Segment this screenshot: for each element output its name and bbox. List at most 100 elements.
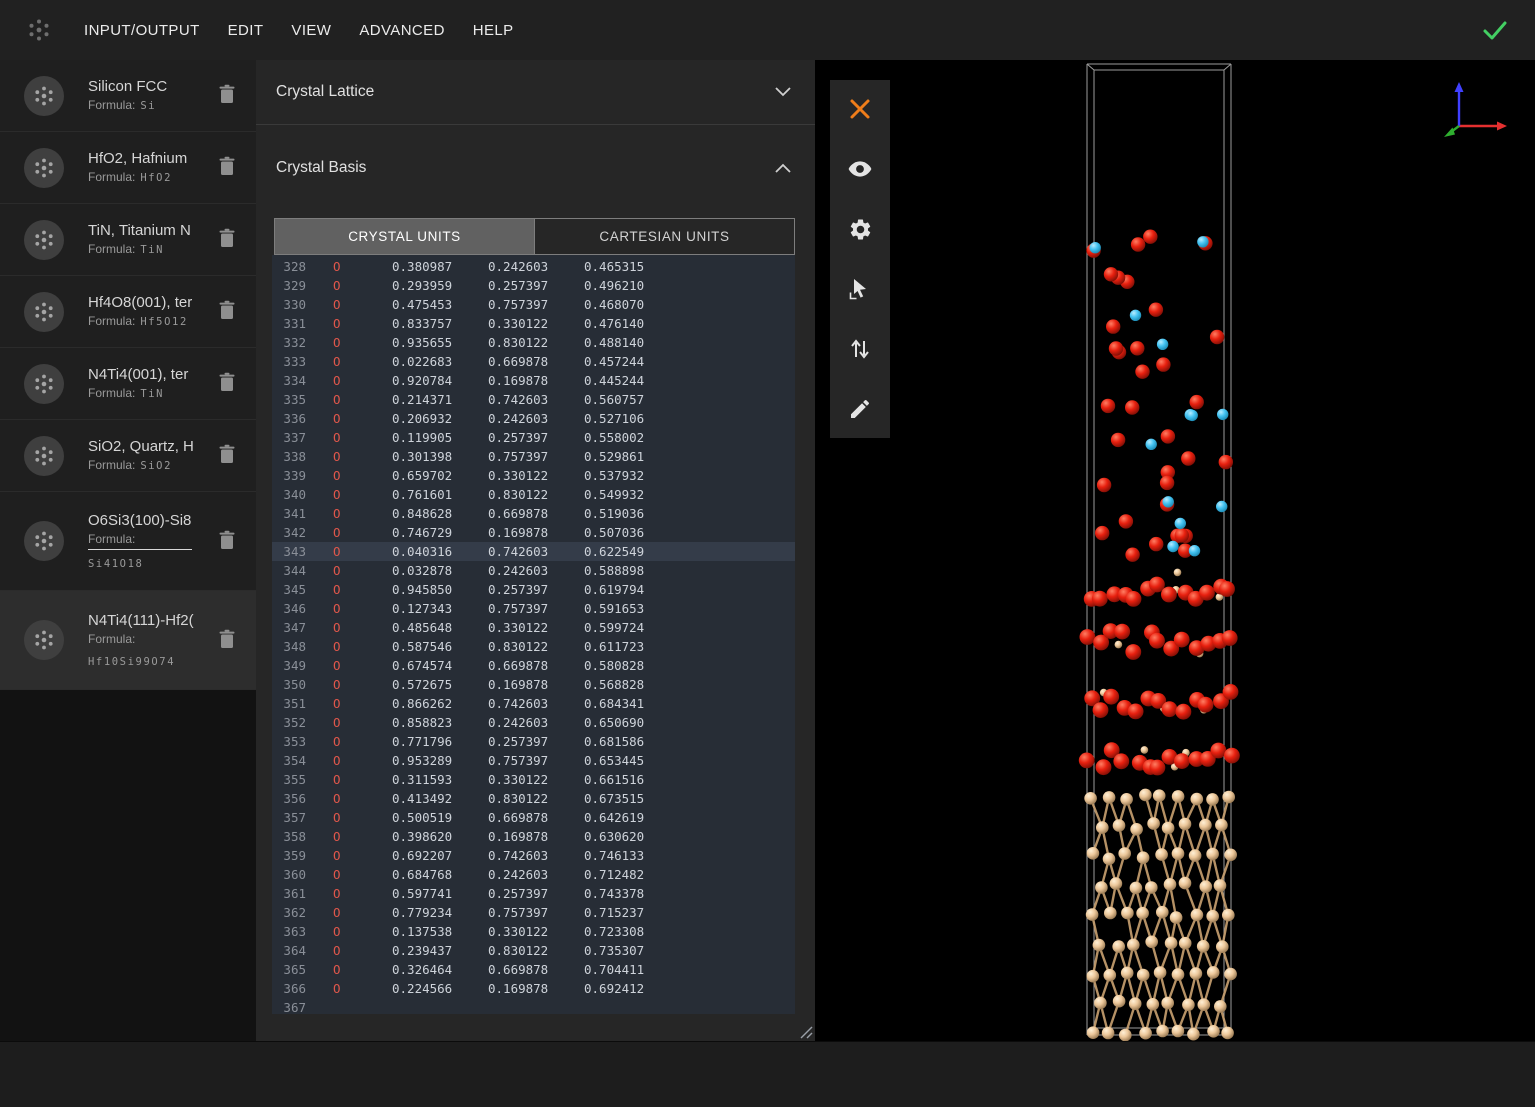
editor-row[interactable]: 356 O 0.413492 0.830122 0.673515 — [272, 789, 795, 808]
sidebar-item-hf4o8-001-ter[interactable]: Hf4O8(001), ter Formula:Hf5O12 — [0, 276, 256, 348]
crystal-basis-section-header[interactable]: Crystal Basis — [256, 125, 815, 211]
editor-row[interactable]: 346 O 0.127343 0.757397 0.591653 — [272, 599, 795, 618]
editor-row[interactable]: 363 O 0.137538 0.330122 0.723308 — [272, 922, 795, 941]
editor-row[interactable]: 357 O 0.500519 0.669878 0.642619 — [272, 808, 795, 827]
crystal-lattice-section-header[interactable]: Crystal Lattice — [256, 60, 815, 125]
editor-row[interactable]: 343 O 0.040316 0.742603 0.622549 — [272, 542, 795, 561]
editor-row[interactable]: 329 O 0.293959 0.257397 0.496210 — [272, 276, 795, 295]
editor-row[interactable]: 338 O 0.301398 0.757397 0.529861 — [272, 447, 795, 466]
line-number: 364 — [280, 941, 306, 960]
delete-material-icon[interactable] — [214, 526, 240, 557]
coord-a: 0.833757 — [392, 314, 488, 333]
sidebar-item-sio2-quartz-h[interactable]: SiO2, Quartz, H Formula:SiO2 — [0, 420, 256, 492]
line-number: 337 — [280, 428, 306, 447]
swap-vertical-icon[interactable] — [844, 333, 876, 365]
coord-c: 0.704411 — [584, 960, 680, 979]
element-symbol: O — [333, 789, 345, 808]
editor-row[interactable]: 353 O 0.771796 0.257397 0.681586 — [272, 732, 795, 751]
coord-a — [392, 998, 488, 1014]
crystal-structure-scene[interactable] — [815, 60, 1535, 1041]
settings-icon[interactable] — [844, 213, 876, 245]
coord-a: 0.475453 — [392, 295, 488, 314]
menu-item-help[interactable]: HELP — [473, 14, 514, 47]
editor-row[interactable]: 358 O 0.398620 0.169878 0.630620 — [272, 827, 795, 846]
crystal-basis-editor[interactable]: 328 O 0.380987 0.242603 0.465315 329 O 0… — [272, 255, 795, 1014]
delete-material-icon[interactable] — [214, 224, 240, 255]
units-tab-group: CRYSTAL UNITSCARTESIAN UNITS — [274, 218, 795, 255]
editor-row[interactable]: 335 O 0.214371 0.742603 0.560757 — [272, 390, 795, 409]
resize-handle-icon[interactable] — [799, 1025, 813, 1039]
editor-row[interactable]: 341 O 0.848628 0.669878 0.519036 — [272, 504, 795, 523]
sidebar-item-silicon-fcc[interactable]: Silicon FCC Formula:Si — [0, 60, 256, 132]
coord-a: 0.214371 — [392, 390, 488, 409]
coord-a: 0.771796 — [392, 732, 488, 751]
line-number: 357 — [280, 808, 306, 827]
element-symbol: O — [333, 485, 345, 504]
editor-row[interactable]: 328 O 0.380987 0.242603 0.465315 — [272, 257, 795, 276]
formula-label: Formula: — [88, 532, 192, 550]
check-icon[interactable] — [1481, 16, 1509, 44]
editor-row[interactable]: 339 O 0.659702 0.330122 0.537932 — [272, 466, 795, 485]
editor-row[interactable]: 348 O 0.587546 0.830122 0.611723 — [272, 637, 795, 656]
editor-row[interactable]: 333 O 0.022683 0.669878 0.457244 — [272, 352, 795, 371]
editor-row[interactable]: 345 O 0.945850 0.257397 0.619794 — [272, 580, 795, 599]
coord-c: 0.529861 — [584, 447, 680, 466]
editor-row[interactable]: 350 O 0.572675 0.169878 0.568828 — [272, 675, 795, 694]
coord-c: 0.746133 — [584, 846, 680, 865]
coord-b: 0.742603 — [488, 542, 584, 561]
editor-row[interactable]: 349 O 0.674574 0.669878 0.580828 — [272, 656, 795, 675]
editor-row[interactable]: 366 O 0.224566 0.169878 0.692412 — [272, 979, 795, 998]
editor-row[interactable]: 331 O 0.833757 0.330122 0.476140 — [272, 314, 795, 333]
sidebar-item-tin-titanium-n[interactable]: TiN, Titanium N Formula:TiN — [0, 204, 256, 276]
element-symbol: O — [333, 884, 345, 903]
editor-row[interactable]: 359 O 0.692207 0.742603 0.746133 — [272, 846, 795, 865]
editor-row[interactable]: 355 O 0.311593 0.330122 0.661516 — [272, 770, 795, 789]
editor-row[interactable]: 351 O 0.866262 0.742603 0.684341 — [272, 694, 795, 713]
delete-material-icon[interactable] — [214, 440, 240, 471]
sidebar-item-hfo2-hafnium[interactable]: HfO2, Hafnium Formula:HfO2 — [0, 132, 256, 204]
delete-material-icon[interactable] — [214, 80, 240, 111]
coord-a: 0.485648 — [392, 618, 488, 637]
tab-crystal-units[interactable]: CRYSTAL UNITS — [275, 219, 534, 254]
sidebar-item-o6si3-100-si8[interactable]: O6Si3(100)-Si8 Formula:Si41O18 — [0, 492, 256, 591]
delete-material-icon[interactable] — [214, 152, 240, 183]
delete-material-icon[interactable] — [214, 368, 240, 399]
editor-row[interactable]: 336 O 0.206932 0.242603 0.527106 — [272, 409, 795, 428]
editor-row[interactable]: 340 O 0.761601 0.830122 0.549932 — [272, 485, 795, 504]
editor-row[interactable]: 344 O 0.032878 0.242603 0.588898 — [272, 561, 795, 580]
edit-icon[interactable] — [844, 393, 876, 425]
menu-item-edit[interactable]: EDIT — [228, 14, 264, 47]
structure-3d-viewer[interactable] — [815, 60, 1535, 1041]
menu-item-view[interactable]: VIEW — [291, 14, 331, 47]
editor-row[interactable]: 332 O 0.935655 0.830122 0.488140 — [272, 333, 795, 352]
editor-row[interactable]: 364 O 0.239437 0.830122 0.735307 — [272, 941, 795, 960]
coord-b: 0.242603 — [488, 865, 584, 884]
delete-material-icon[interactable] — [214, 625, 240, 656]
sidebar-item-n4ti4-001-ter[interactable]: N4Ti4(001), ter Formula:TiN — [0, 348, 256, 420]
editor-row[interactable]: 337 O 0.119905 0.257397 0.558002 — [272, 428, 795, 447]
editor-row[interactable]: 347 O 0.485648 0.330122 0.599724 — [272, 618, 795, 637]
close-icon[interactable] — [844, 93, 876, 125]
visibility-icon[interactable] — [844, 153, 876, 185]
delete-material-icon[interactable] — [214, 296, 240, 327]
editor-row[interactable]: 342 O 0.746729 0.169878 0.507036 — [272, 523, 795, 542]
editor-row[interactable]: 352 O 0.858823 0.242603 0.650690 — [272, 713, 795, 732]
measurement-icon[interactable] — [844, 273, 876, 305]
editor-row[interactable]: 330 O 0.475453 0.757397 0.468070 — [272, 295, 795, 314]
editor-row[interactable]: 362 O 0.779234 0.757397 0.715237 — [272, 903, 795, 922]
sidebar-item-n4ti4-111-hf2[interactable]: N4Ti4(111)-Hf2( Formula:Hf10Si99O74 — [0, 591, 256, 690]
element-symbol: O — [333, 751, 345, 770]
tab-cartesian-units[interactable]: CARTESIAN UNITS — [534, 219, 794, 254]
coord-a: 0.597741 — [392, 884, 488, 903]
editor-row[interactable]: 367 — [272, 998, 795, 1014]
editor-row[interactable]: 354 O 0.953289 0.757397 0.653445 — [272, 751, 795, 770]
editor-row[interactable]: 334 O 0.920784 0.169878 0.445244 — [272, 371, 795, 390]
menu-item-input-output[interactable]: INPUT/OUTPUT — [84, 14, 200, 47]
editor-row[interactable]: 365 O 0.326464 0.669878 0.704411 — [272, 960, 795, 979]
element-symbol: O — [333, 314, 345, 333]
coord-a: 0.119905 — [392, 428, 488, 447]
editor-row[interactable]: 361 O 0.597741 0.257397 0.743378 — [272, 884, 795, 903]
editor-row[interactable]: 360 O 0.684768 0.242603 0.712482 — [272, 865, 795, 884]
coord-c: 0.558002 — [584, 428, 680, 447]
menu-item-advanced[interactable]: ADVANCED — [359, 14, 444, 47]
